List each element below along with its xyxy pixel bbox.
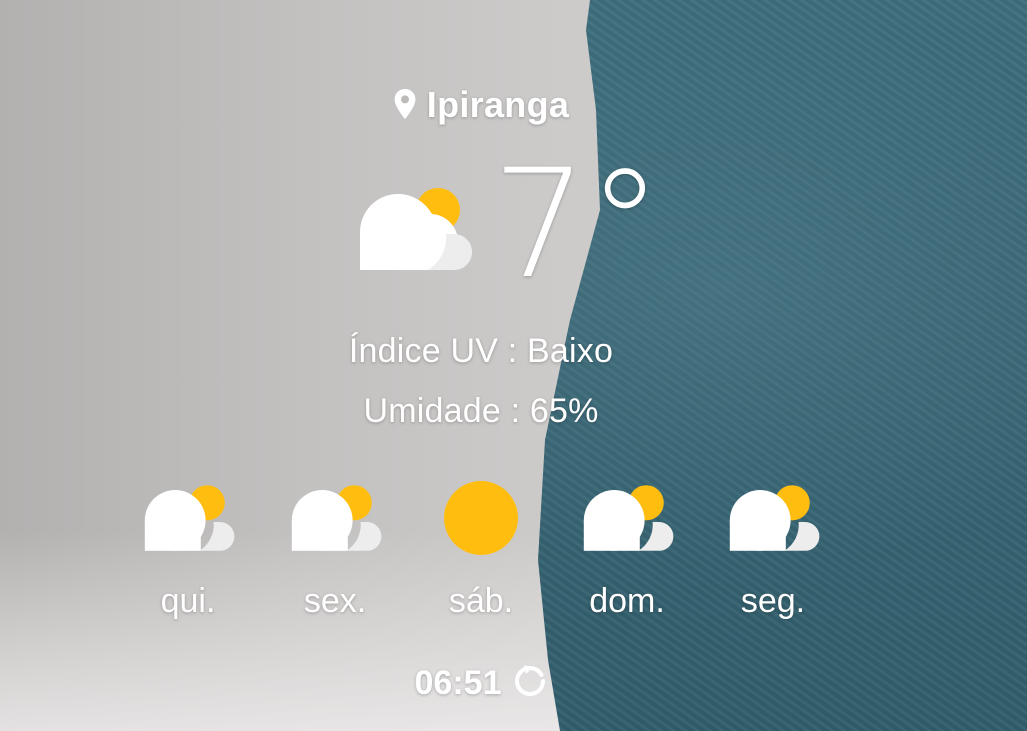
partly-cloudy-icon [360,188,472,271]
forecast-day-label: dom. [589,582,665,620]
forecast-day-label: qui. [160,582,216,620]
partly-cloudy-icon [729,485,820,551]
forecast-day-label: seg. [740,582,806,620]
last-updated[interactable]: 06:51 [0,664,962,703]
forecast-day-sab[interactable]: sáb. [421,480,541,621]
partly-cloudy-icon [583,485,674,551]
forecast-day-label: sáb. [448,582,514,620]
forecast-day-seg[interactable]: seg. [713,480,833,621]
location-name: Ipiranga [426,84,570,125]
weather-widget[interactable]: Ipiranga 7° Índice UV : Baixo Umidade : … [0,0,1027,731]
sunny-icon [444,481,518,555]
forecast-day-label: sex. [303,582,367,620]
partly-cloudy-icon [144,485,235,551]
location-header[interactable]: Ipiranga [0,84,962,126]
refresh-icon[interactable] [513,664,547,698]
location-pin-icon [394,89,416,119]
forecast-day-qui[interactable]: qui. [128,480,248,621]
current-temperature: 7° [492,138,663,312]
humidity-text: Umidade : 65% [363,392,599,430]
forecast-day-sex[interactable]: sex. [275,480,395,621]
uv-index-text: Índice UV : Baixo [348,332,614,370]
partly-cloudy-icon [291,485,382,551]
forecast-day-dom[interactable]: dom. [567,480,687,621]
last-updated-time: 06:51 [414,664,502,702]
